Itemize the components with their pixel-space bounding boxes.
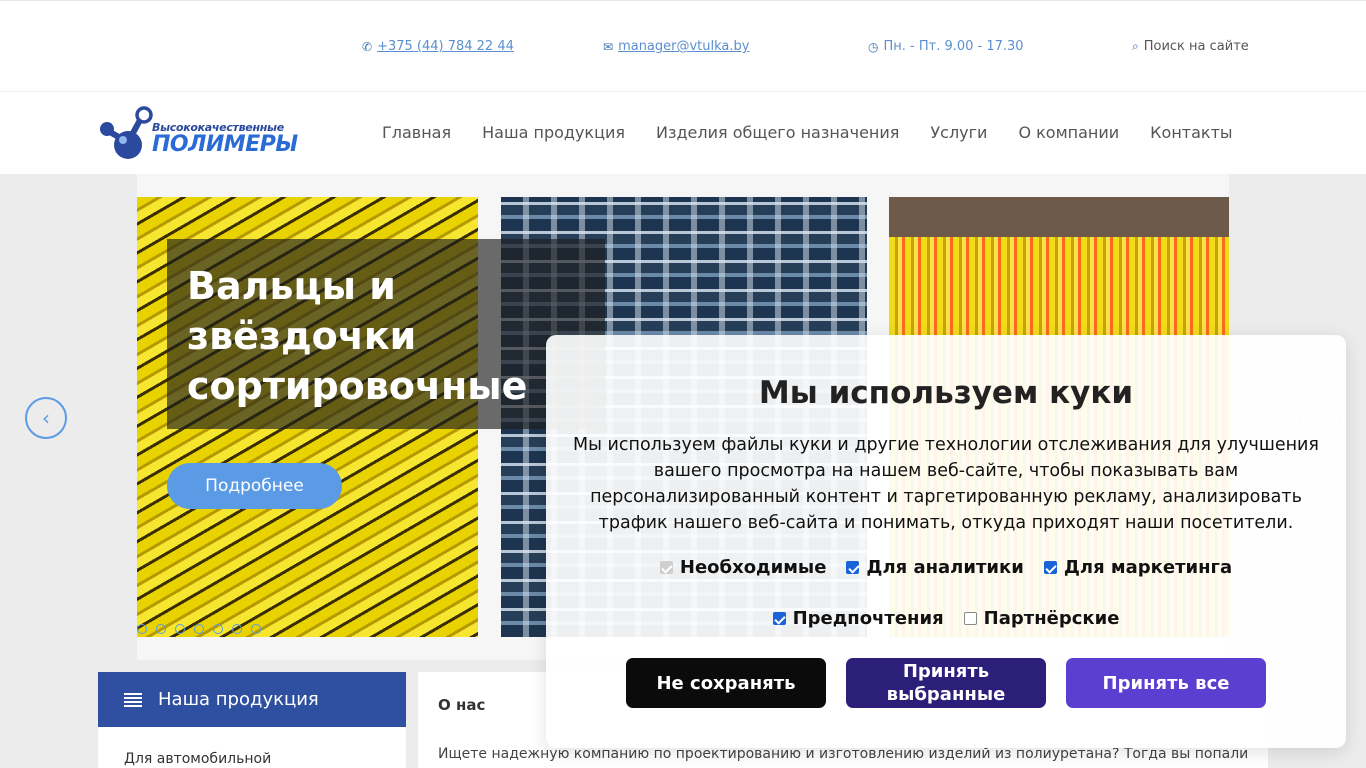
products-menu-header[interactable]: Наша продукция [98, 672, 406, 727]
slider-dot[interactable] [156, 624, 166, 634]
cookie-option-analytics[interactable]: Для аналитики [846, 557, 1024, 578]
marketing-checkbox[interactable] [1043, 561, 1057, 574]
nav-contacts[interactable]: Контакты [1150, 123, 1232, 142]
nav-about[interactable]: О компании [1018, 123, 1119, 142]
email-address[interactable]: manager@vtulka.by [618, 39, 749, 54]
partners-label[interactable]: Партнёрские [984, 608, 1120, 629]
cookie-description: Мы используем файлы куки и другие технол… [573, 435, 1319, 533]
phone-link[interactable]: ✆ +375 (44) 784 22 44 [362, 39, 514, 54]
cookie-consent-dialog: Мы используем куки Мы используем файлы к… [546, 335, 1346, 748]
slider-dot[interactable] [194, 624, 204, 634]
accept-all-button[interactable]: Принять все [1066, 658, 1266, 708]
chevron-left-icon: ‹ [42, 406, 50, 430]
logo[interactable]: Высококачественные ПОЛИМЕРЫ [98, 105, 298, 161]
necessary-checkbox [659, 561, 673, 574]
products-menu-item[interactable]: Для автомобильной [124, 751, 271, 767]
cookie-title: Мы используем куки [758, 375, 1134, 411]
necessary-label: Необходимые [679, 557, 827, 578]
partners-checkbox[interactable] [963, 612, 977, 625]
slider-dot[interactable] [175, 624, 185, 634]
cookie-buttons: Не сохранять Принять выбранные Принять в… [626, 658, 1266, 708]
more-button[interactable]: Подробнее [167, 463, 342, 509]
logo-icon [100, 106, 153, 159]
products-menu-list: Для автомобильной [98, 727, 406, 768]
slider-dot[interactable] [251, 624, 261, 634]
slider-dot[interactable] [137, 624, 147, 634]
accept-selected-button[interactable]: Принять выбранные [846, 658, 1046, 708]
analytics-checkbox[interactable] [846, 561, 860, 574]
working-hours: ◷ Пн. - Пт. 9.00 - 17.30 [868, 39, 1024, 54]
nav-services[interactable]: Услуги [930, 123, 987, 142]
list-icon [124, 692, 142, 707]
nav-home[interactable]: Главная [382, 123, 451, 142]
slider-dot[interactable] [213, 624, 223, 634]
slide-title: Вальцы и звёздочки сортировочные [187, 264, 528, 408]
hours-text: Пн. - Пт. 9.00 - 17.30 [883, 39, 1024, 54]
cookie-options-row: Предпочтения Партнёрские [546, 608, 1346, 629]
slider-prev-button[interactable]: ‹ [25, 397, 67, 439]
nav-general-items[interactable]: Изделия общего назначения [656, 123, 899, 142]
slider-dots [137, 624, 261, 634]
reject-cookies-button[interactable]: Не сохранять [626, 658, 826, 708]
phone-number[interactable]: +375 (44) 784 22 44 [377, 39, 514, 54]
phone-icon: ✆ [362, 39, 373, 54]
slider-dot[interactable] [232, 624, 242, 634]
preferences-checkbox[interactable] [772, 612, 786, 625]
logo-name: ПОЛИМЕРЫ [152, 132, 298, 157]
search-label[interactable]: Поиск на сайте [1144, 39, 1249, 54]
envelope-icon: ✉ [603, 39, 614, 54]
about-text: Ищете надежную компанию по проектировани… [438, 746, 1249, 762]
email-link[interactable]: ✉ manager@vtulka.by [603, 39, 749, 54]
site-header: Высококачественные ПОЛИМЕРЫ Главная Наша… [0, 92, 1366, 174]
preferences-label[interactable]: Предпочтения [793, 608, 944, 629]
nav-products[interactable]: Наша продукция [482, 123, 625, 142]
cookie-option-necessary: Необходимые [659, 557, 827, 578]
about-title: О нас [438, 696, 486, 714]
analytics-label[interactable]: Для аналитики [866, 557, 1023, 578]
marketing-label[interactable]: Для маркетинга [1064, 557, 1232, 578]
cookie-option-preferences[interactable]: Предпочтения [772, 608, 944, 629]
cookie-option-marketing[interactable]: Для маркетинга [1043, 557, 1232, 578]
cookie-options-row: Необходимые Для аналитики Для маркетинга [546, 557, 1346, 578]
search-link[interactable]: ⌕ Поиск на сайте [1132, 39, 1249, 54]
cookie-option-partners[interactable]: Партнёрские [963, 608, 1120, 629]
main-nav: Главная Наша продукция Изделия общего на… [382, 123, 1233, 142]
products-menu-title: Наша продукция [158, 689, 319, 710]
clock-icon: ◷ [868, 39, 879, 54]
search-icon: ⌕ [1132, 39, 1139, 53]
slide-caption: Вальцы и звёздочки сортировочные [167, 239, 605, 429]
top-bar: ✆ +375 (44) 784 22 44 ✉ manager@vtulka.b… [0, 0, 1366, 92]
